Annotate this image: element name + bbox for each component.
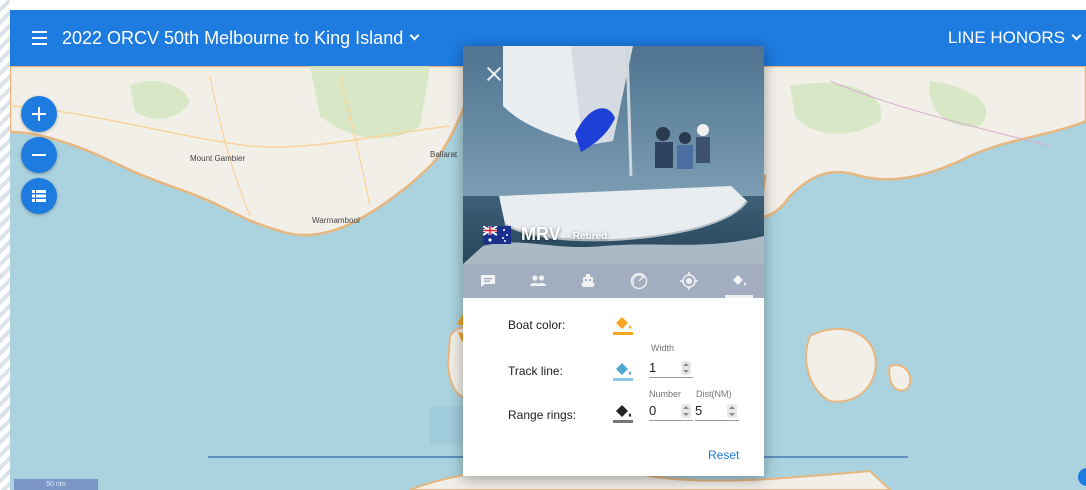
- track-width-value: 1: [649, 360, 657, 375]
- boat-color-picker[interactable]: [612, 314, 634, 336]
- track-line-color-picker[interactable]: [612, 360, 634, 382]
- close-icon[interactable]: [483, 64, 505, 86]
- tab-messages[interactable]: [470, 264, 506, 298]
- speed-icon: [630, 272, 647, 290]
- line-honors-label: LINE HONORS: [947, 28, 1065, 47]
- crew-icon: [530, 275, 547, 286]
- map-label-warrnambool: Warrnambool: [312, 216, 360, 225]
- tab-speed[interactable]: [621, 264, 657, 298]
- track-line-label: Track line:: [508, 364, 563, 378]
- plus-icon: [32, 107, 46, 121]
- minus-icon: [32, 154, 46, 156]
- map-scale: 50 nm: [14, 479, 98, 490]
- popup-tab-bar: [463, 264, 764, 298]
- boat-status: - Retired: [566, 231, 608, 242]
- boat-photo: MRV - Retired: [463, 46, 764, 264]
- spinner-icon[interactable]: [681, 404, 691, 418]
- race-selector[interactable]: 2022 ORCV 50th Melbourne to King Island: [62, 27, 420, 49]
- page-edge-pattern: [0, 0, 10, 490]
- paint-bucket-icon: [616, 363, 632, 375]
- rings-distance-value: 5: [695, 403, 703, 418]
- range-rings-color-picker[interactable]: [612, 402, 634, 424]
- zoom-in-button[interactable]: [21, 96, 57, 132]
- boat-color-label: Boat color:: [508, 318, 566, 332]
- map-label-ballarat: Ballarat: [430, 150, 458, 159]
- spinner-icon[interactable]: [681, 361, 691, 375]
- chevron-down-icon: [1071, 30, 1082, 41]
- boat-title: MRV - Retired: [483, 224, 607, 245]
- width-label: Width: [651, 343, 675, 353]
- map-label-mount-gambier: Mount Gambier: [190, 154, 246, 163]
- race-title: 2022 ORCV 50th Melbourne to King Island: [62, 27, 404, 48]
- rings-distance-input[interactable]: 5: [695, 401, 739, 421]
- track-line-swatch: [613, 378, 633, 381]
- list-icon: [32, 190, 46, 202]
- reset-button[interactable]: Reset: [708, 448, 739, 462]
- tab-location[interactable]: [671, 264, 707, 298]
- boat-style-settings: Boat color: Width Track line: 1 Number D…: [463, 298, 764, 476]
- chat-icon: [481, 275, 496, 287]
- tab-crew[interactable]: [520, 264, 556, 298]
- rings-number-input[interactable]: 0: [649, 401, 693, 421]
- rings-number-value: 0: [649, 403, 657, 418]
- track-width-input[interactable]: 1: [649, 358, 693, 378]
- boat-name: MRV: [521, 224, 561, 244]
- boat-detail-popup: MRV - Retired Boat color: Width Track li…: [463, 46, 764, 476]
- tab-paint[interactable]: [721, 264, 757, 298]
- australia-flag-icon: [483, 225, 511, 244]
- boat-color-swatch: [613, 332, 633, 335]
- range-rings-swatch: [613, 420, 633, 423]
- dist-label: Dist(NM): [696, 389, 732, 399]
- location-icon: [679, 272, 698, 290]
- paint-bucket-icon: [616, 317, 632, 329]
- list-button[interactable]: [21, 178, 57, 214]
- hamburger-menu-icon[interactable]: [32, 30, 54, 46]
- number-label: Number: [649, 389, 682, 399]
- paint-bucket-icon: [732, 275, 746, 286]
- boat-icon: [581, 274, 596, 287]
- paint-bucket-icon: [616, 405, 632, 417]
- spinner-icon[interactable]: [727, 404, 737, 418]
- line-honors-dropdown[interactable]: LINE HONORS: [947, 28, 1082, 48]
- chevron-down-icon: [409, 30, 420, 41]
- tab-boat[interactable]: [570, 264, 606, 298]
- zoom-out-button[interactable]: [21, 137, 57, 173]
- range-rings-label: Range rings:: [508, 408, 577, 422]
